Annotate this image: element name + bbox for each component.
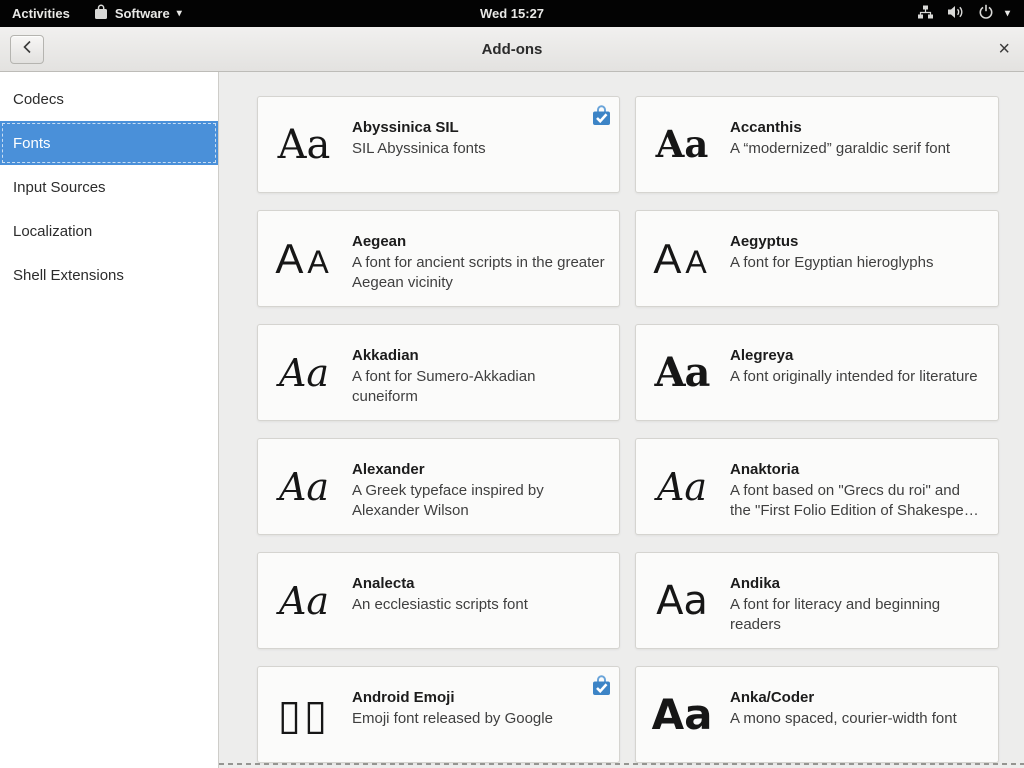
addon-description: A Greek typeface inspired by Alexander W… — [352, 481, 605, 521]
addon-title: Alegreya — [730, 345, 984, 366]
app-menu-button[interactable]: Software ▾ — [82, 0, 194, 27]
font-preview: Aa — [636, 667, 728, 762]
sidebar-item-label: Fonts — [13, 135, 51, 152]
sidebar-item-label: Input Sources — [13, 179, 106, 196]
addon-description: A font based on "Grecs du roi" and the "… — [730, 481, 984, 521]
network-wired-icon — [917, 4, 934, 23]
addon-title: Abyssinica SIL — [352, 117, 605, 138]
clock[interactable]: Wed 15:27 — [480, 0, 544, 27]
addon-card-anka-coder[interactable]: Aa Anka/Coder A mono spaced, courier-wid… — [635, 666, 999, 763]
addon-title: Aegyptus — [730, 231, 984, 252]
activities-button[interactable]: Activities — [0, 0, 82, 27]
addon-description: A font for ancient scripts in the greate… — [352, 253, 605, 293]
addon-text-block: Analecta An ecclesiastic scripts font — [350, 553, 619, 648]
addon-text-block: Anka/Coder A mono spaced, courier-width … — [728, 667, 998, 762]
screen: Activities Software ▾ Wed 15:27 — [0, 0, 1024, 768]
addon-card-accanthis[interactable]: Aa Accanthis A “modernized” garaldic ser… — [635, 96, 999, 193]
font-preview: AA — [258, 211, 350, 306]
addon-description: A font for Sumero-Akkadian cuneiform — [352, 367, 605, 407]
addon-description: A “modernized” garaldic serif font — [730, 139, 984, 159]
addon-title: Accanthis — [730, 117, 984, 138]
installed-badge-icon — [592, 674, 611, 696]
page-title: Add-ons — [482, 41, 543, 58]
font-preview: Aa — [636, 439, 728, 534]
system-menu-button[interactable]: ▾ — [909, 0, 1018, 27]
addon-card-analecta[interactable]: Aa Analecta An ecclesiastic scripts font — [257, 552, 620, 649]
addon-text-block: Andika A font for literacy and beginning… — [728, 553, 998, 648]
sidebar-item-shell-extensions[interactable]: Shell Extensions — [0, 253, 218, 297]
addon-description: A mono spaced, courier-width font — [730, 709, 984, 729]
addon-text-block: Alexander A Greek typeface inspired by A… — [350, 439, 619, 534]
font-preview: ▯▯ — [258, 667, 350, 762]
addon-text-block: Aegean A font for ancient scripts in the… — [350, 211, 619, 306]
addon-card-alexander[interactable]: Aa Alexander A Greek typeface inspired b… — [257, 438, 620, 535]
font-preview: Aa — [258, 553, 350, 648]
back-button[interactable] — [10, 35, 44, 64]
sidebar-item-fonts[interactable]: Fonts — [0, 121, 218, 165]
font-preview: Aa — [636, 553, 728, 648]
addon-card-aegean[interactable]: AA Aegean A font for ancient scripts in … — [257, 210, 620, 307]
main-area: Codecs Fonts Input Sources Localization Shel… — [0, 72, 1024, 768]
addon-title: Andika — [730, 573, 984, 594]
font-preview: Aa — [258, 97, 350, 192]
font-preview: Aa — [636, 97, 728, 192]
addon-text-block: Accanthis A “modernized” garaldic serif … — [728, 97, 998, 192]
chevron-left-icon — [22, 40, 32, 59]
sidebar-item-input-sources[interactable]: Input Sources — [0, 165, 218, 209]
installed-badge-icon — [592, 104, 611, 126]
volume-icon — [947, 4, 965, 23]
sidebar-item-label: Codecs — [13, 91, 64, 108]
font-preview: Aa — [636, 325, 728, 420]
addon-title: Anka/Coder — [730, 687, 984, 708]
chevron-down-icon: ▾ — [1005, 9, 1010, 19]
addon-description: A font for literacy and beginning reader… — [730, 595, 984, 635]
addon-description: A font for Egyptian hieroglyphs — [730, 253, 984, 273]
addon-description: An ecclesiastic scripts font — [352, 595, 605, 615]
sidebar-item-label: Shell Extensions — [13, 267, 124, 284]
sidebar-item-codecs[interactable]: Codecs — [0, 77, 218, 121]
content-scroll-area[interactable]: Aa Abyssinica SIL SIL Abyssinica fonts A… — [219, 72, 1024, 768]
power-icon — [978, 4, 994, 23]
software-bag-icon — [94, 4, 108, 23]
addon-card-anaktoria[interactable]: Aa Anaktoria A font based on "Grecs du r… — [635, 438, 999, 535]
addon-description: A font originally intended for literatur… — [730, 367, 984, 387]
addon-title: Anaktoria — [730, 459, 984, 480]
close-button[interactable]: × — [998, 39, 1010, 59]
addon-card-alegreya[interactable]: Aa Alegreya A font originally intended f… — [635, 324, 999, 421]
addon-card-akkadian[interactable]: Aa Akkadian A font for Sumero-Akkadian c… — [257, 324, 620, 421]
addon-card-aegyptus[interactable]: AA Aegyptus A font for Egyptian hierogly… — [635, 210, 999, 307]
chevron-down-icon: ▾ — [177, 9, 182, 19]
category-sidebar: Codecs Fonts Input Sources Localization Shel… — [0, 72, 219, 768]
sidebar-item-label: Localization — [13, 223, 92, 240]
addon-description: Emoji font released by Google — [352, 709, 605, 729]
addon-title: Alexander — [352, 459, 605, 480]
addon-description: SIL Abyssinica fonts — [352, 139, 605, 159]
addon-text-block: Abyssinica SIL SIL Abyssinica fonts — [350, 97, 619, 192]
addon-title: Aegean — [352, 231, 605, 252]
undershoot-indicator — [219, 763, 1024, 765]
header-bar: Add-ons × — [0, 27, 1024, 72]
addon-title: Analecta — [352, 573, 605, 594]
addon-card-android-emoji[interactable]: ▯▯ Android Emoji Emoji font released by … — [257, 666, 620, 763]
app-menu-label: Software — [115, 6, 170, 21]
addon-text-block: Anaktoria A font based on "Grecs du roi"… — [728, 439, 998, 534]
font-preview: Aa — [258, 439, 350, 534]
sidebar-item-localization[interactable]: Localization — [0, 209, 218, 253]
addon-text-block: Aegyptus A font for Egyptian hieroglyphs — [728, 211, 998, 306]
addon-title: Akkadian — [352, 345, 605, 366]
top-bar: Activities Software ▾ Wed 15:27 — [0, 0, 1024, 27]
addon-text-block: Alegreya A font originally intended for … — [728, 325, 998, 420]
addon-card-abyssinica-sil[interactable]: Aa Abyssinica SIL SIL Abyssinica fonts — [257, 96, 620, 193]
addon-card-andika[interactable]: Aa Andika A font for literacy and beginn… — [635, 552, 999, 649]
addon-title: Android Emoji — [352, 687, 605, 708]
font-preview: Aa — [258, 325, 350, 420]
font-preview: AA — [636, 211, 728, 306]
addon-grid: Aa Abyssinica SIL SIL Abyssinica fonts A… — [257, 96, 1024, 763]
addon-text-block: Android Emoji Emoji font released by Goo… — [350, 667, 619, 762]
addon-text-block: Akkadian A font for Sumero-Akkadian cune… — [350, 325, 619, 420]
